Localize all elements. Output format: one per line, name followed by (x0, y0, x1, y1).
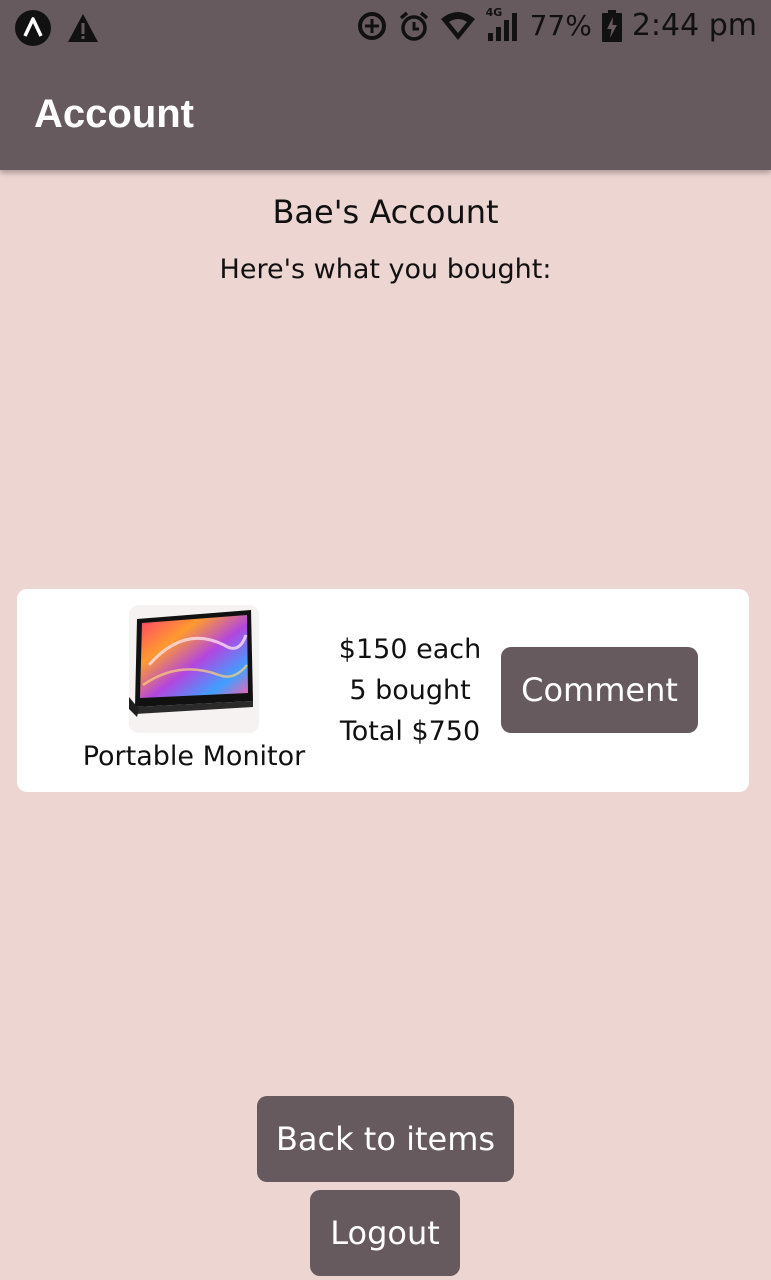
clock-time: 2:44 pm (631, 8, 757, 43)
price-each: $150 each (338, 634, 482, 665)
product-name: Portable Monitor (82, 741, 306, 772)
battery-percent: 77% (529, 9, 592, 42)
comment-button[interactable]: Comment (501, 647, 698, 733)
status-right-icons: 4G 77% 2:44 pm (356, 7, 757, 44)
purchase-card: Portable Monitor $150 each 5 bought Tota… (17, 589, 749, 792)
account-heading: Bae's Account (272, 193, 499, 231)
battery-charging-icon (601, 10, 622, 42)
price-details: $150 each 5 bought Total $750 (325, 629, 495, 752)
signal-4g-icon: 4G (486, 7, 520, 43)
status-left-icons (14, 9, 100, 47)
data-saver-icon (356, 10, 388, 42)
total-price: Total $750 (339, 716, 481, 747)
account-screen: 4G 77% 2:44 pm Account Bae's Account Her… (0, 0, 771, 1280)
logout-button[interactable]: Logout (310, 1190, 460, 1276)
back-to-items-button[interactable]: Back to items (257, 1096, 514, 1182)
status-bar: 4G 77% 2:44 pm (0, 0, 771, 54)
wifi-icon (440, 11, 476, 41)
alarm-icon (398, 10, 430, 42)
quantity-bought: 5 bought (349, 675, 471, 706)
purchases-subheading: Here's what you bought: (219, 254, 552, 285)
warning-icon (66, 12, 100, 44)
app-a-icon (14, 9, 52, 47)
portable-monitor-image (129, 605, 259, 733)
page-title: Account (34, 92, 194, 136)
top-app-bar: 4G 77% 2:44 pm Account (0, 0, 771, 170)
